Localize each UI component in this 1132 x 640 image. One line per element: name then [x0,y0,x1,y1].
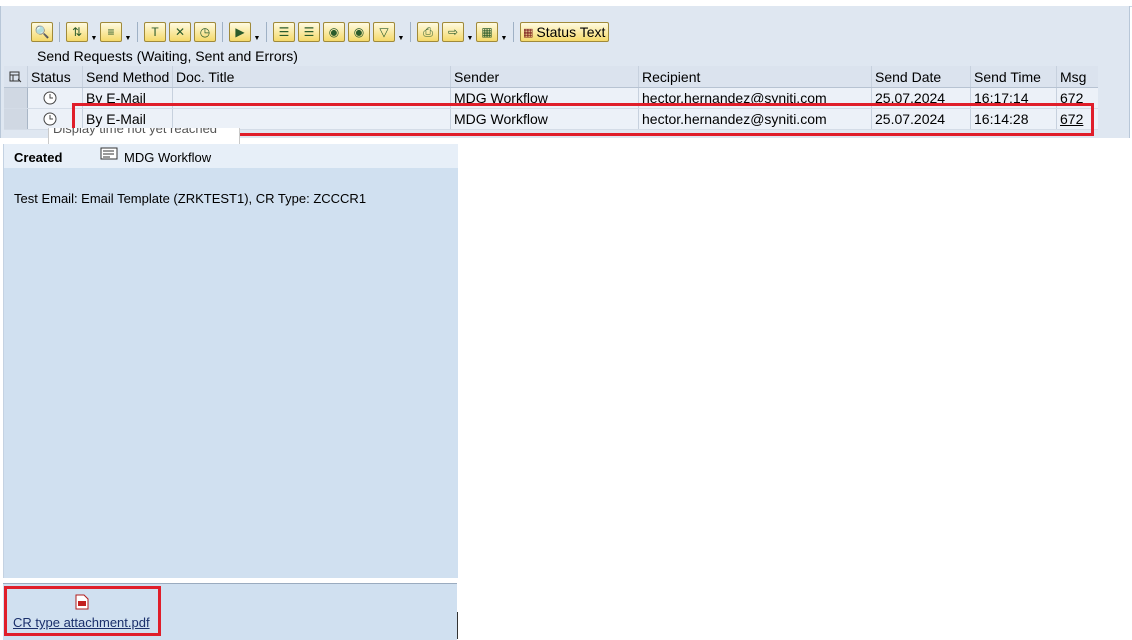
toolbar-separator [410,22,411,42]
table-icon: ▦ [523,26,534,39]
tooltip: Display time not yet reached [48,128,240,145]
col-msg[interactable]: Msg [1057,66,1098,87]
toolbar-separator [137,22,138,42]
send-method-cell: By E-Mail [83,109,173,129]
binoculars-icon[interactable]: ◉ [323,22,345,42]
col-send-method[interactable]: Send Method [83,66,173,87]
doc-title-cell [173,109,451,129]
detail-icon[interactable]: 🔍 [31,22,53,42]
send-date-cell: 25.07.2024 [872,109,971,129]
panel-divider [457,612,458,639]
row-selector[interactable] [4,109,28,129]
attachment-link[interactable]: CR type attachment.pdf [13,615,150,630]
table-row[interactable]: By E-Mail MDG Workflow hector.hernandez@… [4,88,1098,109]
msg-link-text[interactable]: 672 [1060,111,1083,127]
funnel-icon[interactable]: ▽ [373,22,395,42]
col-send-time[interactable]: Send Time [971,66,1057,87]
section-title: Send Requests (Waiting, Sent and Errors) [37,48,298,64]
email-subject: Test Email: Email Template (ZRKTEST1), C… [14,191,367,206]
delete-icon[interactable]: ✕ [169,22,191,42]
document-icon [100,147,118,160]
msg-link[interactable]: 672 [1057,109,1098,129]
send-method-cell: By E-Mail [83,88,173,108]
table-row[interactable]: By E-Mail MDG Workflow hector.hernandez@… [4,109,1098,130]
process-dropdown-icon[interactable]: ▼ [254,22,261,42]
created-by: MDG Workflow [124,150,212,165]
sort-icon[interactable]: ⇅ [66,22,88,42]
layout-settings-icon[interactable] [4,66,28,87]
layout-icon[interactable]: ▦ [476,22,498,42]
toolbar-separator [266,22,267,42]
row-selector[interactable] [4,88,28,108]
recipient-cell: hector.hernandez@syniti.com [639,109,872,129]
align-icon[interactable]: ☰ [273,22,295,42]
status-text-label: Status Text [536,24,606,40]
attachment-panel: CR type attachment.pdf [3,583,457,640]
toolbar-separator [59,22,60,42]
detail-header: Created MDG Workflow [4,144,458,168]
text-icon[interactable]: T [144,22,166,42]
status-cell [28,88,83,108]
toolbar-separator [513,22,514,42]
process-icon[interactable]: ▶ [229,22,251,42]
toolbar-separator [222,22,223,42]
print-icon[interactable]: ⎙ [417,22,439,42]
created-label: Created [14,150,63,165]
send-date-cell: 25.07.2024 [872,88,971,108]
recipient-cell: hector.hernandez@syniti.com [639,88,872,108]
clock-icon [43,112,57,126]
status-cell [28,109,83,129]
export-icon[interactable]: ⇨ [442,22,464,42]
sort-dropdown-icon[interactable]: ▼ [91,22,98,42]
toolbar: 🔍 ⇅ ▼ ≡ ▼ T ✕ ◷ ▶ ▼ ☰ ☰ ◉ ◉ ▽ ▼ ⎙ ⇨ ▼ ▦ … [31,20,610,44]
filter-icon[interactable]: ≡ [100,22,122,42]
binoculars2-icon[interactable]: ◉ [348,22,370,42]
funnel-dropdown-icon[interactable]: ▼ [398,22,405,42]
send-time-cell: 16:14:28 [971,109,1057,129]
sender-cell: MDG Workflow [451,109,639,129]
clock-icon [43,91,57,105]
col-send-date[interactable]: Send Date [872,66,971,87]
export-dropdown-icon[interactable]: ▼ [467,22,474,42]
col-sender[interactable]: Sender [451,66,639,87]
layout-dropdown-icon[interactable]: ▼ [501,22,508,42]
msg-cell[interactable]: 672 [1057,88,1098,108]
pdf-icon[interactable] [75,594,89,610]
clock-icon[interactable]: ◷ [194,22,216,42]
filter-dropdown-icon[interactable]: ▼ [125,22,132,42]
send-requests-table: Status Send Method Doc. Title Sender Rec… [4,66,1098,130]
table-header: Status Send Method Doc. Title Sender Rec… [4,66,1098,88]
send-time-cell: 16:17:14 [971,88,1057,108]
doc-title-cell [173,88,451,108]
col-doc-title[interactable]: Doc. Title [173,66,451,87]
col-recipient[interactable]: Recipient [639,66,872,87]
tooltip-text: Display time not yet reached [53,128,218,136]
detail-panel: Created MDG Workflow Test Email: Email T… [3,144,458,578]
col-status[interactable]: Status [28,66,83,87]
sender-cell: MDG Workflow [451,88,639,108]
status-text-button[interactable]: ▦ Status Text [520,22,610,42]
align2-icon[interactable]: ☰ [298,22,320,42]
